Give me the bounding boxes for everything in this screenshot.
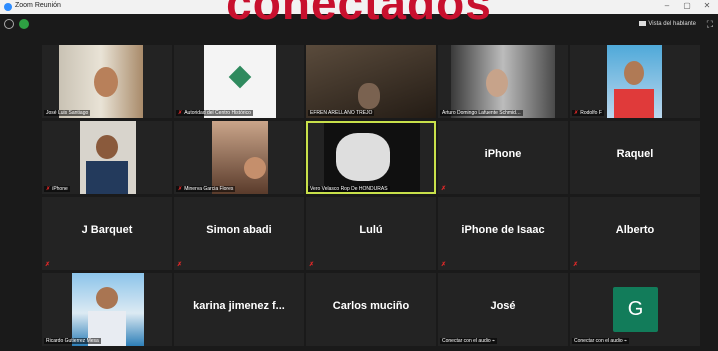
maximize-button[interactable]: ▢ [680,1,694,10]
person-shirt [86,161,128,194]
participant-tile[interactable]: Carlos muciño [306,273,436,346]
participant-name: José Luis Santiago [44,110,91,116]
mic-muted-icon: ✗ [178,110,183,116]
mic-muted-icon: ✗ [441,186,447,192]
participant-tile[interactable]: Ricardo Gutierrez Mesa [42,273,172,346]
participant-tile[interactable]: G Conectar con el audio ⌁ [570,273,700,346]
window-titlebar: Zoom Reunión – ▢ ✕ [0,0,718,14]
participant-name: ✗ Minerva Garcia Flores [176,186,236,192]
participant-tile[interactable]: J Barquet ✗ [42,197,172,270]
person-face [624,61,644,85]
participant-display-name: iPhone de Isaac [461,224,545,236]
participant-tile[interactable]: EFREN ARELLANO TREJO [306,45,436,118]
participant-tile[interactable]: José Conectar con el audio ⌁ [438,273,568,346]
participant-display-name: Simon abadi [206,224,272,236]
participant-display-name: iPhone [484,148,522,160]
participant-tile[interactable]: José Luis Santiago [42,45,172,118]
participant-display-name: Carlos muciño [332,300,410,312]
participant-name: Arturo Domingo Lafuente Schmid… [440,110,523,116]
audio-connecting-icon: ⌁ [624,338,628,344]
person-face [96,287,118,309]
participant-name: EFREN ARELLANO TREJO [308,110,375,116]
participant-display-name: J Barquet [81,224,133,236]
participant-name: Ricardo Gutierrez Mesa [44,338,101,344]
speaker-view-label: Vista del hablante [648,21,696,28]
mic-muted-icon: ✗ [46,186,51,192]
fullscreen-icon[interactable]: ⛶ [707,19,713,30]
person-face [94,67,118,97]
person-face [244,157,266,179]
participant-tile[interactable]: Lulú ✗ [306,197,436,270]
speaker-view-button[interactable]: Vista del hablante [639,21,696,27]
mic-muted-icon: ✗ [45,262,51,268]
participant-display-name: José [490,300,516,312]
meeting-toolbar: Vista del hablante ⛶ [0,14,718,36]
participant-tile[interactable]: ✗ Rodolfo F [570,45,700,118]
participant-tile[interactable]: ✗ Autoridad del Centro Histórico [174,45,304,118]
participant-tile[interactable]: Arturo Domingo Lafuente Schmid… [438,45,568,118]
mic-muted-icon: ✗ [574,110,579,116]
participant-name: Vero Velasco Rop De HONDURAS [308,186,390,192]
person-face [486,69,508,97]
connect-audio-label: Conectar con el audio ⌁ [440,338,498,344]
person-face [358,83,380,109]
participant-tile[interactable]: karina jimenez f... [174,273,304,346]
window-title: Zoom Reunión [15,2,61,9]
participant-display-name: Alberto [615,224,655,236]
participant-tile[interactable]: ✗ Minerva Garcia Flores [174,121,304,194]
participant-tile-active-speaker[interactable]: Vero Velasco Rop De HONDURAS [306,121,436,194]
security-shield-icon[interactable] [19,19,29,29]
participant-tile[interactable]: iPhone ✗ [438,121,568,194]
participant-tile[interactable]: Alberto ✗ [570,197,700,270]
speaker-view-icon [639,21,647,26]
close-button[interactable]: ✕ [700,1,714,10]
participant-tile[interactable]: Simon abadi ✗ [174,197,304,270]
mic-muted-icon: ✗ [441,262,447,268]
connect-audio-label: Conectar con el audio ⌁ [572,338,630,344]
person-face [96,135,118,159]
participant-display-name: Raquel [616,148,654,160]
audio-connecting-icon: ⌁ [492,338,496,344]
participant-display-name: karina jimenez f... [193,300,285,312]
person-shirt [614,89,654,118]
participant-tile[interactable]: ✗ iPhone [42,121,172,194]
mic-muted-icon: ✗ [178,186,183,192]
mic-muted-icon: ✗ [309,262,315,268]
avatar: G [613,287,658,332]
participant-name: ✗ Autoridad del Centro Histórico [176,110,253,116]
zoom-logo-icon [4,3,12,11]
info-icon[interactable] [4,19,14,29]
mic-muted-icon: ✗ [573,262,579,268]
participant-tile[interactable]: Raquel [570,121,700,194]
participant-name: ✗ Rodolfo F [572,110,604,116]
minimize-button[interactable]: – [660,1,674,10]
participant-display-name: Lulú [359,224,383,236]
participant-name: ✗ iPhone [44,186,70,192]
mic-muted-icon: ✗ [177,262,183,268]
participant-tile[interactable]: iPhone de Isaac ✗ [438,197,568,270]
blurred-object [336,133,390,181]
